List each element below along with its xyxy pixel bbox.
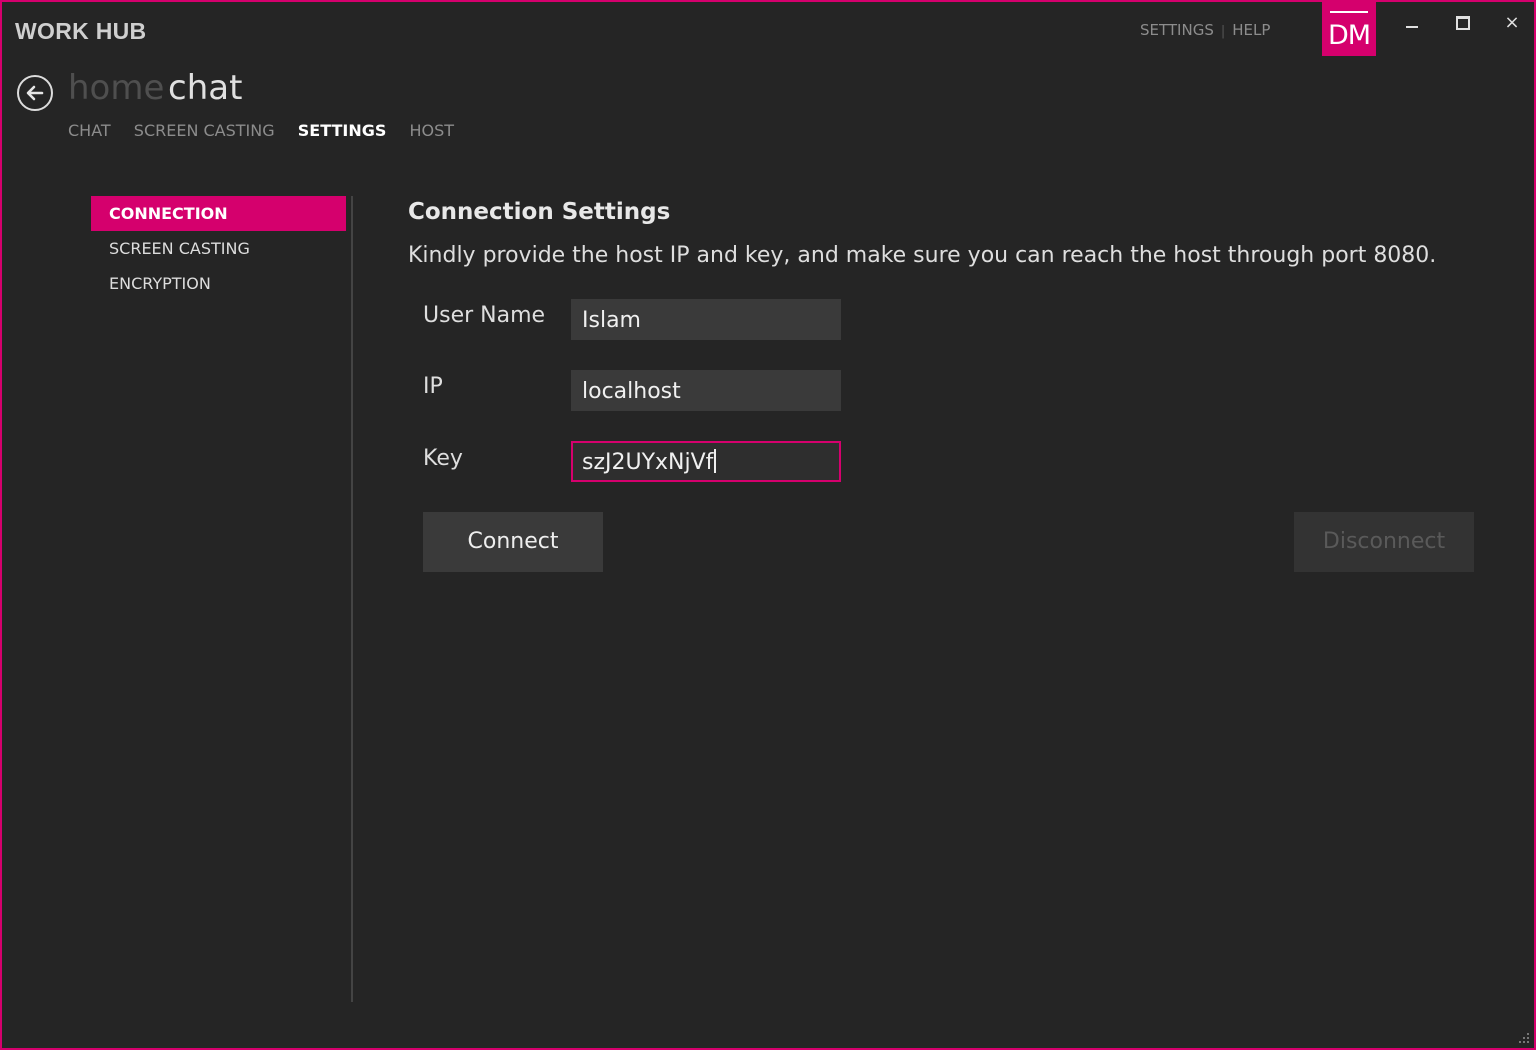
tab-settings[interactable]: SETTINGS [298,121,387,140]
top-help-link[interactable]: HELP [1232,21,1270,39]
username-field[interactable]: Islam [571,299,841,340]
top-links: SETTINGS | HELP [1140,21,1270,39]
tab-host[interactable]: HOST [409,121,454,140]
key-field-value: szJ2UYxNjVf [582,450,714,475]
resize-grip-icon[interactable] [1516,1030,1530,1044]
close-icon: × [1504,12,1520,33]
avatar[interactable]: DM [1322,2,1376,56]
tab-chat[interactable]: CHAT [68,121,111,140]
sidebar-item-encryption[interactable]: ENCRYPTION [91,266,346,301]
sidebar-divider [351,196,353,1002]
connection-settings-panel: Connection Settings Kindly provide the h… [408,199,1436,268]
tab-screen-casting[interactable]: SCREEN CASTING [134,121,275,140]
minimize-button[interactable] [1392,9,1432,37]
sidebar-item-screen-casting[interactable]: SCREEN CASTING [91,231,346,266]
maximize-button[interactable] [1442,9,1482,37]
breadcrumb-home[interactable]: home [68,68,164,108]
key-label: Key [423,446,463,471]
disconnect-button[interactable]: Disconnect [1294,512,1474,572]
username-label: User Name [423,303,546,328]
top-links-separator: | [1220,24,1226,39]
connect-button[interactable]: Connect [423,512,603,572]
close-button[interactable]: × [1492,9,1532,37]
settings-sidebar: CONNECTION SCREEN CASTING ENCRYPTION [91,196,346,301]
top-settings-link[interactable]: SETTINGS [1140,21,1214,39]
back-button[interactable] [17,75,53,111]
minimize-icon [1406,26,1418,28]
ip-field[interactable]: localhost [571,370,841,411]
section-description: Kindly provide the host IP and key, and … [408,243,1437,268]
ip-label: IP [423,374,443,399]
back-arrow-icon [26,85,44,101]
text-caret [714,449,717,473]
sidebar-item-connection[interactable]: CONNECTION [91,196,346,231]
app-window: WORK HUB SETTINGS | HELP DM × home chat CH… [0,0,1536,1050]
breadcrumb-current: chat [168,68,243,108]
avatar-initials: DM [1327,20,1371,51]
maximize-icon [1456,16,1470,30]
avatar-bar [1330,11,1368,13]
key-field[interactable]: szJ2UYxNjVf [571,441,841,482]
tab-bar: CHAT SCREEN CASTING SETTINGS HOST [68,121,472,140]
app-title: WORK HUB [15,18,147,44]
section-title: Connection Settings [408,199,671,225]
